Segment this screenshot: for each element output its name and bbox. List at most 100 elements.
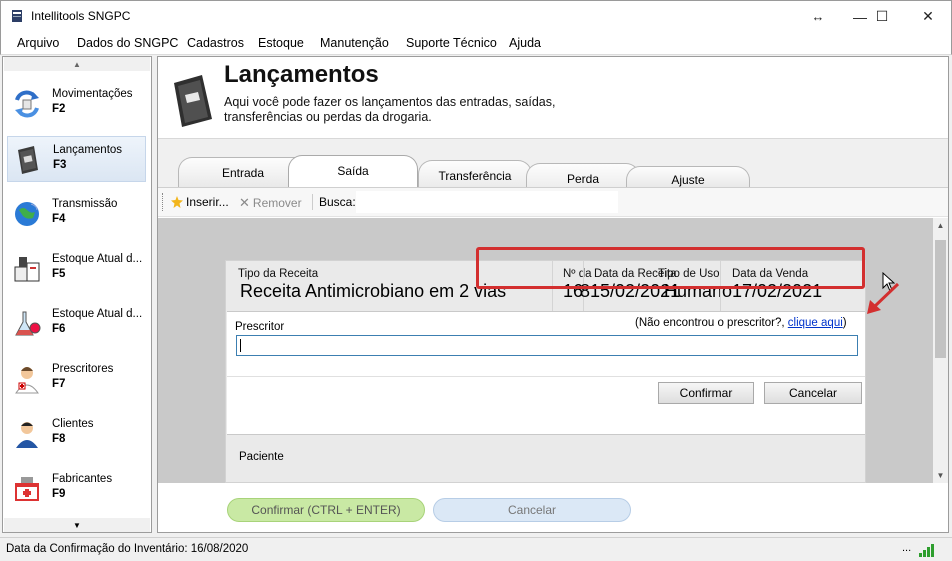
divider (552, 261, 553, 311)
content-scrollbar[interactable]: ▲ ▼ (933, 218, 948, 483)
app-icon (12, 10, 22, 22)
book-icon (18, 146, 38, 174)
remove-button[interactable]: ✕ Remover (239, 195, 302, 211)
text-caret (240, 339, 241, 352)
search-label: Busca: (319, 195, 356, 209)
sidebar-item-transmissao[interactable]: Transmissão F4 (7, 191, 146, 237)
paciente-label: Paciente (239, 451, 284, 463)
prescritor-popup: Prescritor (Não encontrou o prescritor?,… (227, 311, 865, 435)
sidebar-item-label: Prescritores (52, 363, 114, 375)
movements-icon (15, 90, 39, 118)
scroll-thumb[interactable] (935, 240, 946, 358)
page-description: Aqui você pode fazer os lançamentos das … (224, 95, 556, 124)
status-more[interactable]: ... (902, 542, 911, 554)
tab-saida[interactable]: Saída (288, 155, 418, 187)
menu-dados-sngpc[interactable]: Dados do SNGPC (77, 36, 178, 50)
insert-label: Inserir... (186, 195, 229, 209)
prescritor-input[interactable] (236, 335, 858, 356)
sidebar-item-clientes[interactable]: Clientes F8 (7, 411, 146, 457)
menu-arquivo[interactable]: Arquivo (17, 36, 59, 50)
sidebar-item-label: Estoque Atual d... (52, 253, 143, 265)
sidebar-item-shortcut: F6 (52, 323, 66, 335)
menu-estoque[interactable]: Estoque (258, 36, 304, 50)
cancel-prescritor-button[interactable]: Cancelar (764, 382, 862, 404)
flask-icon (15, 311, 41, 336)
tipo-uso-value[interactable]: Humano (664, 281, 732, 302)
sidebar-item-shortcut: F4 (52, 213, 66, 225)
remove-label: Remover (252, 196, 302, 210)
sidebar-item-shortcut: F8 (52, 433, 66, 445)
status-bar: Data da Confirmação do Inventário: 16/08… (0, 537, 952, 561)
insert-button[interactable]: Inserir... (171, 195, 229, 209)
menu-ajuda[interactable]: Ajuda (509, 36, 541, 50)
close-button[interactable]: ✕ (905, 1, 951, 32)
doctor-icon (15, 367, 39, 394)
tab-strip: Entrada Transferência Perda Ajuste Saída (158, 139, 948, 193)
sidebar-item-fabricantes[interactable]: Fabricantes F9 (7, 466, 146, 512)
menu-suporte-tecnico[interactable]: Suporte Técnico (406, 36, 497, 50)
sidebar-item-prescritores[interactable]: Prescritores F7 (7, 356, 146, 402)
sidebar-item-shortcut: F7 (52, 378, 66, 390)
factory-icon (15, 477, 39, 501)
sidebar-item-shortcut: F9 (52, 488, 66, 500)
confirm-prescritor-button[interactable]: Confirmar (658, 382, 754, 404)
toolbar-separator (312, 194, 313, 210)
clique-aqui-link[interactable]: clique aqui (788, 317, 843, 329)
sidebar-item-lancamentos[interactable]: Lançamentos F3 (7, 136, 146, 182)
prescritor-not-found: (Não encontrou o prescritor?, clique aqu… (635, 317, 847, 329)
menu-bar: Arquivo Dados do SNGPC Cadastros Estoque… (0, 31, 952, 55)
page-title: Lançamentos (224, 61, 379, 88)
sidebar-item-estoque-atual-2[interactable]: Estoque Atual d... F6 (7, 301, 146, 347)
confirm-button[interactable]: Confirmar (CTRL + ENTER) (227, 498, 425, 522)
divider (227, 376, 865, 377)
sidebar-item-label: Movimentações (52, 88, 133, 100)
action-bar: Confirmar (CTRL + ENTER) Cancelar (158, 483, 948, 532)
data-venda-value[interactable]: 17/02/2021 (732, 281, 822, 302)
title-bar: Intellitools SNGPC ↔ — ☐ ✕ (0, 0, 952, 31)
search-input[interactable] (356, 191, 618, 213)
sidebar-item-estoque-atual-1[interactable]: Estoque Atual d... F5 (7, 246, 146, 292)
window-title: Intellitools SNGPC (31, 9, 131, 23)
globe-icon (15, 202, 39, 226)
medicine-stock-icon (14, 257, 40, 282)
form-area: Tipo da Receita Receita Antimicrobiano e… (158, 218, 933, 483)
main-panel: Lançamentos Aqui você pode fazer os lanç… (157, 56, 949, 533)
annotation-arrow-icon (867, 282, 900, 314)
scroll-down-arrow[interactable]: ▼ (933, 468, 948, 483)
cancel-button[interactable]: Cancelar (433, 498, 631, 522)
sidebar-item-label: Fabricantes (52, 473, 113, 485)
numero-label: Nº da (563, 268, 592, 280)
toolbar-grip (162, 193, 163, 211)
menu-cadastros[interactable]: Cadastros (187, 36, 244, 50)
divider (720, 261, 721, 311)
menu-manutencao[interactable]: Manutenção (320, 36, 389, 50)
signal-icon (919, 544, 934, 557)
toolbar: Inserir... ✕ Remover Busca: (158, 187, 948, 217)
sidebar: ▲ Movimentações F2 Lançamentos F3 Transm… (2, 56, 152, 533)
sidebar-item-label: Clientes (52, 418, 94, 430)
sidebar-item-shortcut: F5 (52, 268, 66, 280)
person-icon (16, 422, 38, 448)
data-venda-label: Data da Venda (732, 268, 809, 280)
sidebar-scroll-down[interactable]: ▼ (4, 518, 150, 532)
star-icon (171, 196, 183, 208)
tipo-uso-label: Tipo de Uso (658, 268, 720, 280)
scroll-up-arrow[interactable]: ▲ (933, 218, 948, 233)
tab-ajuste[interactable]: Ajuste (626, 166, 750, 187)
prescritor-label: Prescritor (235, 321, 285, 333)
maximize-button[interactable]: ☐ (859, 1, 905, 32)
sidebar-item-shortcut: F3 (53, 159, 67, 171)
sale-entry-card: Tipo da Receita Receita Antimicrobiano e… (225, 260, 866, 483)
sidebar-item-movimentacoes[interactable]: Movimentações F2 (7, 81, 146, 127)
sidebar-scroll-up[interactable]: ▲ (4, 57, 150, 71)
sidebar-item-label: Transmissão (52, 198, 118, 210)
page-header: Lançamentos Aqui você pode fazer os lanç… (158, 57, 948, 139)
tipo-receita-label: Tipo da Receita (238, 268, 319, 280)
tab-transferencia[interactable]: Transferência (418, 160, 532, 190)
book-icon (174, 75, 212, 127)
tipo-receita-value[interactable]: Receita Antimicrobiano em 2 vias (240, 281, 506, 302)
status-text: Data da Confirmação do Inventário: 16/08… (6, 543, 249, 555)
sidebar-item-label: Lançamentos (53, 144, 123, 156)
sidebar-item-label: Estoque Atual d... (52, 308, 143, 320)
close-icon: ✕ (239, 195, 250, 210)
